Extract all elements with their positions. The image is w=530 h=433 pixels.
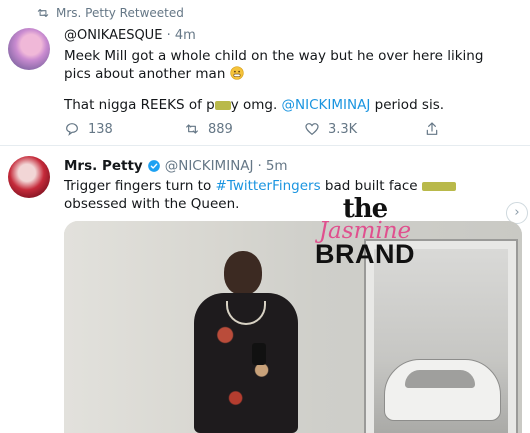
share-button[interactable] <box>424 121 530 137</box>
separator: · <box>257 158 262 174</box>
avatar[interactable] <box>8 156 50 198</box>
timestamp[interactable]: 4m <box>175 28 196 43</box>
tweet1-line1: Meek Mill got a whole child on the way b… <box>64 48 484 82</box>
retweet-button[interactable]: 889 <box>184 121 304 137</box>
hashtag-link[interactable]: #TwitterFingers <box>216 178 321 194</box>
like-button[interactable]: 3.3K <box>304 121 424 137</box>
separator: · <box>166 28 171 43</box>
share-icon <box>426 122 438 135</box>
tweet2-text-part: bad built face <box>320 178 422 194</box>
like-count: 3.3K <box>328 121 358 137</box>
tweet1-text: Meek Mill got a whole child on the way b… <box>64 47 494 83</box>
car-illustration <box>384 359 501 421</box>
tweet1-actions: 138 889 3.3K <box>64 121 530 137</box>
watermark-logo: the Jasmine BRAND <box>300 196 430 268</box>
tweet1-text-part: y omg. <box>230 97 282 113</box>
frame-image <box>374 249 508 433</box>
tweet-photo[interactable] <box>64 221 522 433</box>
person-figure <box>176 251 316 433</box>
tweet1-text-part: That nigga REEKS of p <box>64 97 215 113</box>
retweet-count: 889 <box>208 121 233 137</box>
grimace-emoji-icon <box>230 66 244 80</box>
censor-bar <box>421 181 456 191</box>
user-handle[interactable]: @NICKIMINAJ <box>165 158 254 174</box>
watermark-brand: BRAND <box>315 239 415 269</box>
mention-link[interactable]: @NICKIMINAJ <box>282 97 371 113</box>
reply-button[interactable]: 138 <box>64 121 184 137</box>
tweet1-header: @ONIKAESQUE · 4m <box>64 28 196 43</box>
tweet1-line2: That nigga REEKS of py omg. @NICKIMINAJ … <box>64 96 504 114</box>
tweet2-header: Mrs. Petty @NICKIMINAJ · 5m <box>64 158 288 174</box>
user-handle[interactable]: @ONIKAESQUE <box>64 28 162 43</box>
car-window <box>405 370 475 388</box>
tweet2-text-part: Trigger fingers turn to <box>64 178 216 194</box>
heart-icon <box>305 123 319 136</box>
retweet-label: Mrs. Petty Retweeted <box>56 6 184 20</box>
verified-badge-icon <box>147 160 160 172</box>
chevron-right-icon: › <box>514 205 520 220</box>
divider <box>0 145 530 146</box>
retweet-icon <box>37 8 49 18</box>
tweet2-text: Trigger fingers turn to #TwitterFingers … <box>64 177 504 213</box>
timestamp[interactable]: 5m <box>266 158 288 174</box>
person-head <box>224 251 262 295</box>
censor-bar <box>214 100 231 110</box>
avatar[interactable] <box>8 28 50 70</box>
retweet-icon <box>186 124 198 134</box>
reply-icon <box>66 123 78 136</box>
tweet1-text-part: period sis. <box>370 97 445 113</box>
tweet2-text-part: obsessed with the Queen. <box>64 196 240 212</box>
phone <box>252 343 266 365</box>
retweet-header: Mrs. Petty Retweeted <box>36 6 184 20</box>
reply-count: 138 <box>88 121 113 137</box>
display-name[interactable]: Mrs. Petty <box>64 158 143 174</box>
